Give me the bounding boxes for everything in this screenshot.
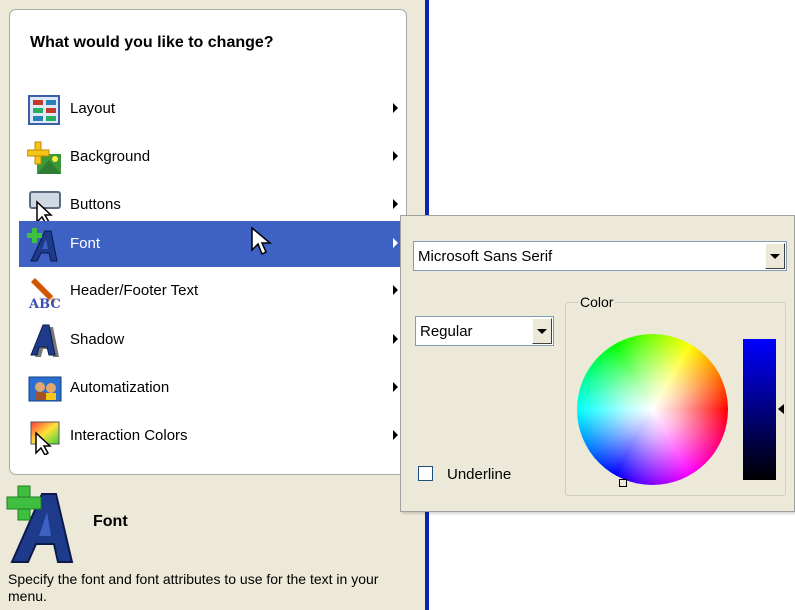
menu-item-label: Buttons xyxy=(70,196,121,213)
layout-icon xyxy=(27,92,63,128)
menu-item-interaction-colors[interactable]: Interaction Colors xyxy=(19,413,408,459)
chevron-right-icon xyxy=(393,334,398,344)
menu-item-background[interactable]: Background xyxy=(19,134,408,180)
underline-checkbox[interactable] xyxy=(418,466,433,481)
font-style-dropdown-button[interactable] xyxy=(532,318,552,344)
chevron-right-icon xyxy=(393,382,398,392)
brightness-slider[interactable] xyxy=(743,339,776,480)
brightness-slider-handle[interactable] xyxy=(778,404,784,414)
menu-item-layout[interactable]: Layout xyxy=(19,86,408,132)
menu-item-label: Interaction Colors xyxy=(70,427,188,444)
menu-item-font[interactable]: Font xyxy=(19,221,408,267)
menu-item-label: Shadow xyxy=(70,331,125,348)
font-name-value: Microsoft Sans Serif xyxy=(418,248,553,265)
menu-item-header-footer-text[interactable]: ABC Header/Footer Text xyxy=(19,268,408,314)
shadow-icon xyxy=(27,323,63,359)
color-group: Color xyxy=(565,294,786,496)
chevron-right-icon xyxy=(393,199,398,209)
automatization-icon xyxy=(27,371,63,407)
menu-item-shadow[interactable]: Shadow xyxy=(19,317,408,363)
chevron-right-icon xyxy=(393,285,398,295)
menu-item-automatization[interactable]: Automatization xyxy=(19,365,408,411)
description-area: Font Specify the font and font attribute… xyxy=(0,478,425,610)
interaction-colors-icon xyxy=(27,419,63,457)
header-footer-text-icon: ABC xyxy=(27,274,63,312)
font-settings-panel: Microsoft Sans Serif Regular Underline C… xyxy=(400,215,795,512)
chevron-right-icon xyxy=(393,238,398,248)
description-title: Font xyxy=(93,513,128,530)
chevron-right-icon xyxy=(393,151,398,161)
chevron-right-icon xyxy=(393,430,398,440)
font-name-dropdown-button[interactable] xyxy=(765,243,785,269)
background-icon xyxy=(26,140,63,176)
underline-label: Underline xyxy=(447,466,512,483)
chevron-right-icon xyxy=(393,103,398,113)
menu-item-label: Background xyxy=(70,148,151,165)
description-text: Specify the font and font attributes to … xyxy=(8,571,379,604)
color-wheel[interactable] xyxy=(577,334,728,487)
menu-item-label: Layout xyxy=(70,100,116,117)
font-icon xyxy=(27,227,63,263)
menu-item-label: Automatization xyxy=(70,379,170,396)
menu-card: What would you like to change? Layout Ba… xyxy=(9,9,408,475)
menu-heading: What would you like to change? xyxy=(30,34,274,51)
font-name-select[interactable]: Microsoft Sans Serif xyxy=(413,241,787,271)
left-pane: What would you like to change? Layout Ba… xyxy=(0,0,425,610)
color-wheel-marker[interactable] xyxy=(619,479,627,487)
svg-text:ABC: ABC xyxy=(28,297,61,310)
menu-item-label: Header/Footer Text xyxy=(70,282,199,299)
font-icon xyxy=(6,484,82,564)
color-group-label: Color xyxy=(578,294,616,310)
chevron-down-icon xyxy=(537,329,547,334)
mouse-pointer-icon xyxy=(250,226,274,256)
menu-item-label: Font xyxy=(70,235,101,252)
buttons-icon xyxy=(27,188,63,226)
font-style-value: Regular xyxy=(420,323,473,340)
chevron-down-icon xyxy=(770,254,780,259)
font-style-select[interactable]: Regular xyxy=(415,316,554,346)
